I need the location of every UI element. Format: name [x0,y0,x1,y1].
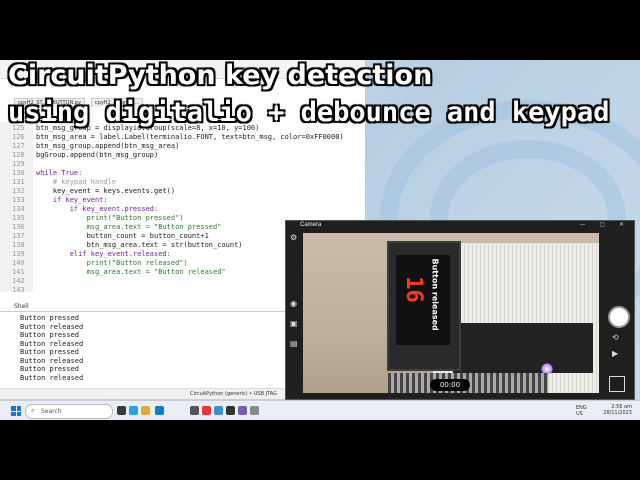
camera-mode-icon-2[interactable]: ▣ [290,319,298,328]
tft-display: 16 Button released [387,241,461,371]
button-count-display: 16 [400,276,426,303]
windows-start-icon[interactable] [11,406,21,416]
line-number: 131 [12,178,25,186]
video-mode-icon[interactable]: ▶ [612,349,618,358]
taskbar-search[interactable]: ⌕ Search [25,404,113,419]
gallery-thumbnail[interactable] [609,376,625,392]
line-number: 128 [12,151,25,159]
video-title-line2: using digitalio + debounce and keypad [8,97,610,128]
dev-board [453,323,593,373]
code-text: if key_event: [36,196,108,204]
line-number: 143 [12,286,25,294]
app-icon-1[interactable] [190,406,199,415]
line-number: 132 [12,187,25,195]
code-text: # keypad handle [36,178,117,186]
code-text: btn_msg_area = label.Label(terminalio.FO… [36,133,344,141]
camera-mode-icon[interactable]: ◉ [290,299,297,308]
code-text: btn_msg_area.text = str(button_count) [36,241,243,249]
shutter-button[interactable] [608,306,630,328]
shell-line: Button released [20,356,84,365]
line-number: 134 [12,205,25,213]
shell-line: Button released [20,322,84,331]
line-number: 137 [12,232,25,240]
clock[interactable]: 2:56 am 28/11/2023 [603,404,632,416]
line-number: 139 [12,250,25,258]
app-icon-3[interactable] [250,406,259,415]
camera-icon[interactable] [226,406,235,415]
thonny-icon[interactable] [214,406,223,415]
line-number: 135 [12,214,25,222]
shell-label: Shell [14,303,29,310]
shell-line: Button pressed [20,348,80,356]
search-placeholder: Search [41,408,62,415]
window-controls[interactable]: — ▢ ✕ [579,221,630,228]
code-text: msg_area.text = "Button released" [36,268,226,276]
code-text: key_event = keys.events.get() [36,187,176,195]
edge-icon[interactable] [129,406,138,415]
recording-timer: 00:00 [430,379,470,391]
line-number: 142 [12,277,25,285]
code-text: if key_event.pressed: [36,205,159,213]
camera-feed: 16 Button released 00:00 [303,233,599,393]
shell-line: Button pressed [20,314,80,322]
video-title-line1: CircuitPython key detection [8,60,433,91]
interpreter-status[interactable]: CircuitPython (generic) • USB JTAG [190,391,277,397]
line-number: 141 [12,268,25,276]
shell-line: Button released [20,373,84,382]
code-text: print("Button pressed") [36,214,184,222]
language-indicator[interactable]: ENG US [576,405,587,417]
camera-window: Camera — ▢ ✕ ⚙ ◉ ▣ ▤ 16 Button released … [285,220,635,400]
letterbox-bottom [0,420,640,480]
clock-date: 28/11/2023 [603,410,632,416]
shell-line: Button pressed [20,331,80,339]
store-icon[interactable] [155,406,164,415]
camera-mode-icon-3[interactable]: ▤ [290,339,298,348]
line-number: 140 [12,259,25,267]
line-number: 126 [12,133,25,141]
code-text: btn_msg_group.append(btn_msg_area) [36,142,180,150]
tft-screen: 16 Button released [396,255,450,345]
code-text: print("Button released") [36,259,188,267]
button-status-display: Button released [430,258,440,331]
line-number: 127 [12,142,25,150]
taskbar: ⌕ Search ENG US 2:56 am 28/11/2023 [0,400,640,421]
line-number: 138 [12,241,25,249]
line-number: 133 [12,196,25,204]
explorer-icon[interactable] [141,406,150,415]
letterbox-top [0,0,640,60]
search-icon: ⌕ [31,407,35,414]
code-text: bgGroup.append(btn_msg_group) [36,151,159,159]
shell-line: Button pressed [20,365,80,373]
code-text: elif key_event.released: [36,250,171,258]
code-text: msg_area.text = "Button pressed" [36,223,222,231]
taskview-icon[interactable] [117,406,126,415]
camera-switch-icon[interactable]: ⟲ [612,333,619,342]
camera-title: Camera [300,222,322,228]
shell-line: Button released [20,339,84,348]
chrome-icon[interactable] [202,406,211,415]
line-number: 129 [12,160,25,168]
code-text: button_count = button_count+1 [36,232,209,240]
code-text: while True: [36,169,83,177]
line-number: 136 [12,223,25,231]
camera-settings-icon[interactable]: ⚙ [290,233,297,242]
app-icon-2[interactable] [238,406,247,415]
line-number: 130 [12,169,25,177]
